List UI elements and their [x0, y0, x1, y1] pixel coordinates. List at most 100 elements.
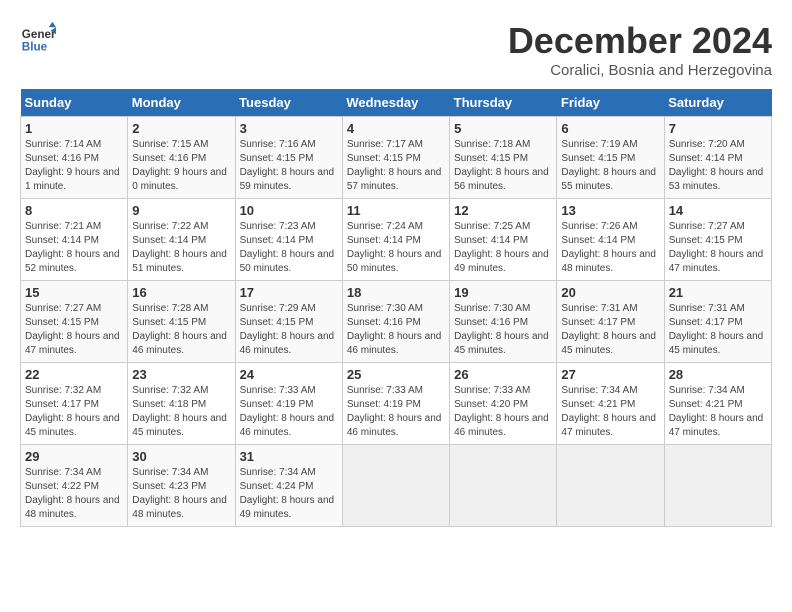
day-number: 24 — [240, 367, 338, 382]
day-number: 7 — [669, 121, 767, 136]
svg-text:Blue: Blue — [22, 41, 48, 54]
day-info: Sunrise: 7:31 AM Sunset: 4:17 PM Dayligh… — [669, 302, 767, 358]
day-info: Sunrise: 7:21 AM Sunset: 4:14 PM Dayligh… — [25, 220, 123, 276]
day-number: 17 — [240, 285, 338, 300]
day-number: 31 — [240, 449, 338, 464]
col-sunday: Sunday — [21, 89, 128, 117]
day-cell — [664, 445, 771, 527]
day-info: Sunrise: 7:32 AM Sunset: 4:18 PM Dayligh… — [132, 384, 230, 440]
day-info: Sunrise: 7:26 AM Sunset: 4:14 PM Dayligh… — [561, 220, 659, 276]
day-cell: 20 Sunrise: 7:31 AM Sunset: 4:17 PM Dayl… — [557, 281, 664, 363]
day-number: 25 — [347, 367, 445, 382]
day-cell: 14 Sunrise: 7:27 AM Sunset: 4:15 PM Dayl… — [664, 199, 771, 281]
day-cell: 21 Sunrise: 7:31 AM Sunset: 4:17 PM Dayl… — [664, 281, 771, 363]
day-cell: 4 Sunrise: 7:17 AM Sunset: 4:15 PM Dayli… — [342, 117, 449, 199]
day-info: Sunrise: 7:27 AM Sunset: 4:15 PM Dayligh… — [25, 302, 123, 358]
day-number: 23 — [132, 367, 230, 382]
day-cell: 26 Sunrise: 7:33 AM Sunset: 4:20 PM Dayl… — [450, 363, 557, 445]
day-info: Sunrise: 7:20 AM Sunset: 4:14 PM Dayligh… — [669, 138, 767, 194]
day-number: 11 — [347, 203, 445, 218]
day-info: Sunrise: 7:14 AM Sunset: 4:16 PM Dayligh… — [25, 138, 123, 194]
day-number: 14 — [669, 203, 767, 218]
day-number: 21 — [669, 285, 767, 300]
day-number: 2 — [132, 121, 230, 136]
day-info: Sunrise: 7:16 AM Sunset: 4:15 PM Dayligh… — [240, 138, 338, 194]
day-info: Sunrise: 7:22 AM Sunset: 4:14 PM Dayligh… — [132, 220, 230, 276]
day-cell: 10 Sunrise: 7:23 AM Sunset: 4:14 PM Dayl… — [235, 199, 342, 281]
day-cell: 30 Sunrise: 7:34 AM Sunset: 4:23 PM Dayl… — [128, 445, 235, 527]
day-number: 27 — [561, 367, 659, 382]
week-row-5: 29 Sunrise: 7:34 AM Sunset: 4:22 PM Dayl… — [21, 445, 772, 527]
day-number: 9 — [132, 203, 230, 218]
day-cell — [342, 445, 449, 527]
day-info: Sunrise: 7:31 AM Sunset: 4:17 PM Dayligh… — [561, 302, 659, 358]
day-cell: 29 Sunrise: 7:34 AM Sunset: 4:22 PM Dayl… — [21, 445, 128, 527]
day-cell: 9 Sunrise: 7:22 AM Sunset: 4:14 PM Dayli… — [128, 199, 235, 281]
day-info: Sunrise: 7:33 AM Sunset: 4:19 PM Dayligh… — [347, 384, 445, 440]
day-number: 12 — [454, 203, 552, 218]
svg-text:General: General — [22, 28, 56, 41]
day-info: Sunrise: 7:28 AM Sunset: 4:15 PM Dayligh… — [132, 302, 230, 358]
location-subtitle: Coralici, Bosnia and Herzegovina — [508, 62, 772, 79]
day-number: 22 — [25, 367, 123, 382]
day-number: 28 — [669, 367, 767, 382]
day-info: Sunrise: 7:24 AM Sunset: 4:14 PM Dayligh… — [347, 220, 445, 276]
day-cell: 2 Sunrise: 7:15 AM Sunset: 4:16 PM Dayli… — [128, 117, 235, 199]
day-number: 18 — [347, 285, 445, 300]
col-wednesday: Wednesday — [342, 89, 449, 117]
day-cell: 27 Sunrise: 7:34 AM Sunset: 4:21 PM Dayl… — [557, 363, 664, 445]
day-number: 15 — [25, 285, 123, 300]
day-number: 6 — [561, 121, 659, 136]
day-info: Sunrise: 7:17 AM Sunset: 4:15 PM Dayligh… — [347, 138, 445, 194]
day-info: Sunrise: 7:25 AM Sunset: 4:14 PM Dayligh… — [454, 220, 552, 276]
week-row-4: 22 Sunrise: 7:32 AM Sunset: 4:17 PM Dayl… — [21, 363, 772, 445]
day-info: Sunrise: 7:19 AM Sunset: 4:15 PM Dayligh… — [561, 138, 659, 194]
day-info: Sunrise: 7:18 AM Sunset: 4:15 PM Dayligh… — [454, 138, 552, 194]
day-cell: 16 Sunrise: 7:28 AM Sunset: 4:15 PM Dayl… — [128, 281, 235, 363]
day-info: Sunrise: 7:32 AM Sunset: 4:17 PM Dayligh… — [25, 384, 123, 440]
day-cell: 12 Sunrise: 7:25 AM Sunset: 4:14 PM Dayl… — [450, 199, 557, 281]
day-info: Sunrise: 7:34 AM Sunset: 4:24 PM Dayligh… — [240, 466, 338, 522]
day-cell: 28 Sunrise: 7:34 AM Sunset: 4:21 PM Dayl… — [664, 363, 771, 445]
day-info: Sunrise: 7:15 AM Sunset: 4:16 PM Dayligh… — [132, 138, 230, 194]
day-cell: 3 Sunrise: 7:16 AM Sunset: 4:15 PM Dayli… — [235, 117, 342, 199]
day-info: Sunrise: 7:33 AM Sunset: 4:19 PM Dayligh… — [240, 384, 338, 440]
day-cell: 6 Sunrise: 7:19 AM Sunset: 4:15 PM Dayli… — [557, 117, 664, 199]
day-info: Sunrise: 7:34 AM Sunset: 4:23 PM Dayligh… — [132, 466, 230, 522]
day-cell: 31 Sunrise: 7:34 AM Sunset: 4:24 PM Dayl… — [235, 445, 342, 527]
week-row-1: 1 Sunrise: 7:14 AM Sunset: 4:16 PM Dayli… — [21, 117, 772, 199]
day-info: Sunrise: 7:34 AM Sunset: 4:21 PM Dayligh… — [561, 384, 659, 440]
day-cell: 23 Sunrise: 7:32 AM Sunset: 4:18 PM Dayl… — [128, 363, 235, 445]
day-info: Sunrise: 7:27 AM Sunset: 4:15 PM Dayligh… — [669, 220, 767, 276]
day-number: 20 — [561, 285, 659, 300]
day-cell: 24 Sunrise: 7:33 AM Sunset: 4:19 PM Dayl… — [235, 363, 342, 445]
day-cell: 11 Sunrise: 7:24 AM Sunset: 4:14 PM Dayl… — [342, 199, 449, 281]
col-thursday: Thursday — [450, 89, 557, 117]
logo: General Blue — [20, 20, 56, 56]
calendar-table: Sunday Monday Tuesday Wednesday Thursday… — [20, 89, 772, 527]
header: General Blue December 2024 Coralici, Bos… — [20, 20, 772, 79]
day-number: 8 — [25, 203, 123, 218]
day-cell: 17 Sunrise: 7:29 AM Sunset: 4:15 PM Dayl… — [235, 281, 342, 363]
day-number: 5 — [454, 121, 552, 136]
col-monday: Monday — [128, 89, 235, 117]
day-cell: 8 Sunrise: 7:21 AM Sunset: 4:14 PM Dayli… — [21, 199, 128, 281]
day-number: 29 — [25, 449, 123, 464]
day-number: 30 — [132, 449, 230, 464]
day-number: 13 — [561, 203, 659, 218]
logo-icon: General Blue — [20, 20, 56, 56]
day-cell: 7 Sunrise: 7:20 AM Sunset: 4:14 PM Dayli… — [664, 117, 771, 199]
col-tuesday: Tuesday — [235, 89, 342, 117]
calendar-header-row: Sunday Monday Tuesday Wednesday Thursday… — [21, 89, 772, 117]
week-row-2: 8 Sunrise: 7:21 AM Sunset: 4:14 PM Dayli… — [21, 199, 772, 281]
day-number: 4 — [347, 121, 445, 136]
day-cell: 13 Sunrise: 7:26 AM Sunset: 4:14 PM Dayl… — [557, 199, 664, 281]
day-cell: 25 Sunrise: 7:33 AM Sunset: 4:19 PM Dayl… — [342, 363, 449, 445]
day-info: Sunrise: 7:34 AM Sunset: 4:21 PM Dayligh… — [669, 384, 767, 440]
col-friday: Friday — [557, 89, 664, 117]
day-number: 3 — [240, 121, 338, 136]
col-saturday: Saturday — [664, 89, 771, 117]
day-info: Sunrise: 7:30 AM Sunset: 4:16 PM Dayligh… — [347, 302, 445, 358]
month-year-title: December 2024 — [508, 20, 772, 62]
day-cell: 15 Sunrise: 7:27 AM Sunset: 4:15 PM Dayl… — [21, 281, 128, 363]
